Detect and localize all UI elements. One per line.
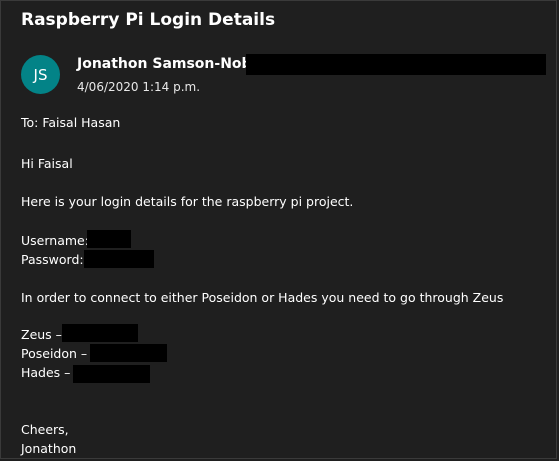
sender-avatar[interactable]: JS <box>21 55 60 94</box>
sent-date: 4/06/2020 1:14 p.m. <box>77 80 201 94</box>
poseidon-label: Poseidon – <box>21 346 88 361</box>
redacted-password <box>84 250 154 268</box>
closing-text: Cheers, <box>21 422 69 437</box>
intro-text: Here is your login details for the raspb… <box>21 194 354 209</box>
greeting-text: Hi Faisal <box>21 156 73 171</box>
instruction-text: In order to connect to either Poseidon o… <box>21 290 504 305</box>
recipient-line: To: Faisal Hasan <box>21 115 121 130</box>
redacted-zeus-address <box>62 324 138 342</box>
redacted-hades-address <box>73 365 150 383</box>
hades-label: Hades – <box>21 365 71 380</box>
avatar-initials: JS <box>33 65 48 84</box>
redacted-username <box>87 230 131 248</box>
sender-name[interactable]: Jonathon Samson-Noble <box>77 56 266 72</box>
email-subject: Raspberry Pi Login Details <box>21 10 276 30</box>
zeus-label: Zeus – <box>21 327 62 342</box>
password-label: Password: <box>21 252 84 267</box>
username-label: Username: <box>21 233 89 248</box>
redacted-sender-email <box>246 54 546 75</box>
redacted-poseidon-address <box>90 344 167 362</box>
signature-text: Jonathon <box>21 441 77 456</box>
email-reading-pane: Raspberry Pi Login Details JS Jonathon S… <box>0 0 557 459</box>
